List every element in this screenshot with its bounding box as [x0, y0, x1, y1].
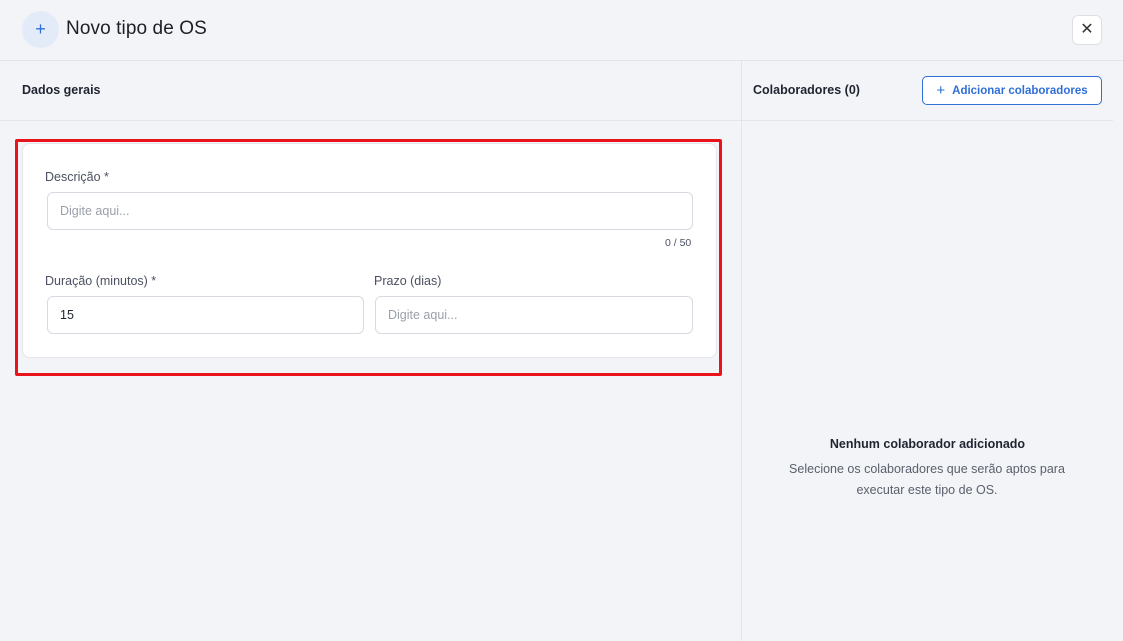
plus-icon: +: [936, 82, 946, 99]
collaborators-title: Colaboradores (0): [753, 83, 860, 97]
modal-header: + Novo tipo de OS ✕: [0, 0, 1123, 61]
close-button[interactable]: ✕: [1072, 15, 1102, 45]
page-title: Novo tipo de OS: [66, 18, 207, 39]
add-collaborators-button[interactable]: + Adicionar colaboradores: [922, 76, 1102, 105]
plus-icon: +: [22, 11, 59, 48]
panel-divider: [741, 61, 742, 641]
general-data-section-header: Dados gerais: [0, 61, 741, 121]
empty-state-description: Selecione os colaboradores que serão apt…: [789, 462, 1065, 497]
highlight-box: [15, 139, 722, 376]
empty-state-title: Nenhum colaborador adicionado: [829, 437, 1026, 451]
close-icon: ✕: [1080, 21, 1094, 38]
add-collaborators-label: Adicionar colaboradores: [952, 84, 1088, 97]
collaborators-section-header: Colaboradores (0) + Adicionar colaborado…: [742, 61, 1113, 121]
section-title: Dados gerais: [22, 83, 101, 97]
